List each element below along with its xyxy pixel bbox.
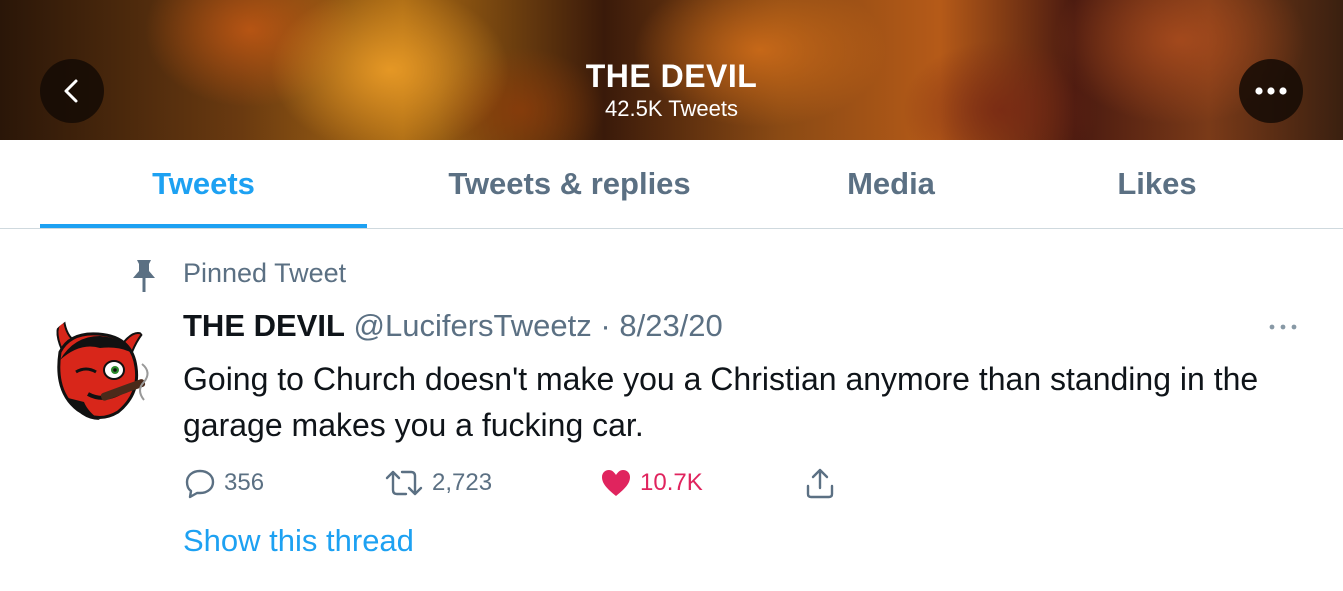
tab-tweets[interactable]: Tweets [40, 140, 367, 228]
tweet-count: 42.5K Tweets [605, 96, 738, 121]
tweet-text: Going to Church doesn't make you a Chris… [183, 361, 1259, 443]
retweet-button[interactable]: 2,723 [384, 466, 492, 500]
share-button[interactable] [804, 466, 836, 500]
more-horizontal-icon [1269, 324, 1297, 330]
reply-button[interactable]: 356 [184, 466, 264, 500]
retweet-icon [385, 470, 423, 496]
like-count: 10.7K [640, 469, 703, 496]
heart-icon [602, 470, 630, 496]
devil-avatar-icon [40, 312, 154, 426]
profile-tabs: Tweets Tweets & replies Media Likes [0, 140, 1343, 229]
header-title: THE DEVIL [585, 58, 758, 94]
author-handle[interactable]: @LucifersTweetz [354, 308, 592, 343]
like-button[interactable]: 10.7K [600, 466, 703, 500]
show-thread-link[interactable]: Show this thread [183, 523, 414, 559]
share-icon [806, 468, 834, 499]
profile-header-banner: THE DEVIL 42.5K Tweets [0, 0, 1343, 140]
pin-icon-wrap [128, 258, 160, 294]
tweet-more-button[interactable] [1268, 318, 1298, 336]
avatar[interactable] [40, 312, 154, 426]
more-options-icon [1255, 87, 1287, 95]
tab-tweets-and-replies[interactable]: Tweets & replies [403, 140, 736, 228]
tab-media[interactable]: Media [756, 140, 1026, 228]
reply-icon [185, 469, 215, 499]
reply-count: 356 [224, 469, 265, 496]
retweet-count: 2,723 [432, 469, 493, 496]
tab-likes[interactable]: Likes [1040, 140, 1274, 228]
tweet-header: THE DEVIL @LucifersTweetz · 8/23/20 [183, 308, 723, 344]
separator-dot: · [600, 308, 611, 343]
pin-icon [133, 260, 155, 292]
tweet-date[interactable]: 8/23/20 [619, 308, 722, 343]
pinned-tweet-label: Pinned Tweet [183, 258, 347, 288]
more-options-button[interactable] [1239, 59, 1303, 123]
author-name[interactable]: THE DEVIL [183, 308, 345, 343]
active-tab-indicator [40, 224, 367, 228]
